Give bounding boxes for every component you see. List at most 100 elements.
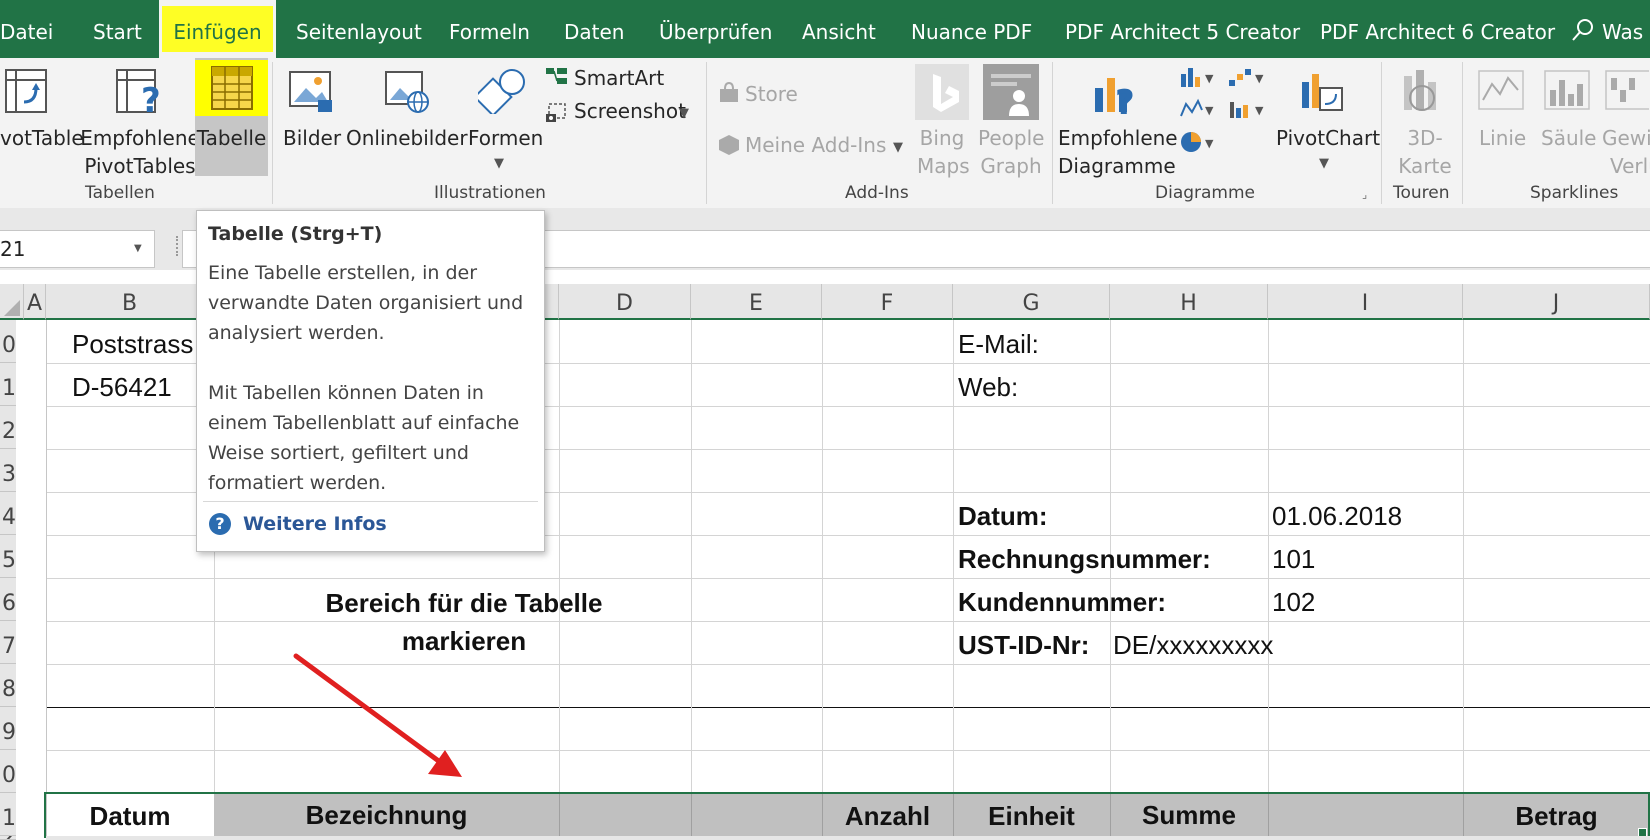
pivotchart-dropdown-icon[interactable]: ▼: [1319, 150, 1329, 178]
tab-formeln[interactable]: Formeln: [449, 0, 530, 58]
sparkline-column-label[interactable]: Säule: [1541, 124, 1597, 152]
cell-g16[interactable]: Kundennummer:: [958, 581, 1166, 623]
cell-h17[interactable]: DE/xxxxxxxxx: [1113, 624, 1273, 666]
cell-b10[interactable]: Poststrass: [72, 323, 193, 365]
bing-maps-icon[interactable]: [915, 64, 969, 120]
row-header-14[interactable]: 4: [0, 492, 16, 535]
recommended-charts-line1: Empfohlene: [1058, 126, 1178, 150]
row-header-16[interactable]: 6: [0, 578, 16, 621]
screenshot-icon[interactable]: [545, 102, 569, 128]
tab-daten[interactable]: Daten: [564, 0, 624, 58]
cell-i15[interactable]: 101: [1272, 538, 1315, 580]
col-header-f[interactable]: F: [822, 284, 953, 320]
my-addins-label[interactable]: Meine Add-Ins: [745, 131, 886, 159]
smartart-label[interactable]: SmartArt: [574, 64, 664, 92]
dialog-launcher-icon[interactable]: ⌟: [1362, 188, 1367, 201]
pivottable-icon[interactable]: [4, 68, 48, 118]
cell-g10[interactable]: E-Mail:: [958, 323, 1039, 365]
recommended-pivottables-label[interactable]: Empfohlene PivotTables: [80, 124, 200, 180]
pictures-label[interactable]: Bilder: [283, 124, 341, 152]
my-addins-icon[interactable]: [718, 134, 740, 160]
row-header-11[interactable]: 1: [0, 363, 16, 406]
cell-i14[interactable]: 01.06.2018: [1272, 495, 1402, 537]
row-header-18[interactable]: 8: [0, 664, 16, 707]
col-header-h[interactable]: H: [1110, 284, 1268, 320]
recommended-charts-icon[interactable]: ?: [1093, 70, 1139, 123]
help-icon[interactable]: ?: [209, 513, 231, 535]
bing-maps-label[interactable]: Bing Maps: [917, 124, 970, 180]
people-graph-icon[interactable]: [983, 64, 1039, 120]
smartart-icon[interactable]: [545, 66, 569, 90]
col-header-e[interactable]: E: [691, 284, 822, 320]
store-icon[interactable]: [718, 81, 740, 108]
my-addins-dropdown-icon[interactable]: ▼: [893, 134, 903, 162]
tab-start[interactable]: Start: [93, 0, 142, 58]
pivotchart-label[interactable]: PivotChart: [1276, 124, 1380, 152]
search-icon[interactable]: [1570, 18, 1594, 48]
select-all-corner[interactable]: [0, 284, 24, 320]
cell-g15[interactable]: Rechnungsnummer:: [958, 538, 1211, 580]
tab-nuance-pdf[interactable]: Nuance PDF: [911, 0, 1032, 58]
cell-i16[interactable]: 102: [1272, 581, 1315, 623]
online-pictures-label[interactable]: Onlinebilder: [346, 124, 468, 152]
sparkline-line-icon[interactable]: [1478, 70, 1524, 114]
tab-pdf-architect-6[interactable]: PDF Architect 6 Creator: [1320, 0, 1555, 58]
pictures-icon[interactable]: [288, 68, 334, 118]
tab-seitenlayout[interactable]: Seitenlayout: [296, 0, 422, 58]
statistic-chart-icon[interactable]: ▼: [1228, 98, 1268, 124]
col-header-g[interactable]: G: [953, 284, 1110, 320]
cell-g11[interactable]: Web:: [958, 366, 1018, 408]
shapes-icon[interactable]: [473, 68, 526, 118]
tooltip-more-info-link[interactable]: Weitere Infos: [243, 513, 387, 535]
cell-g17[interactable]: UST-ID-Nr:: [958, 624, 1089, 666]
tab-ueberpruefen[interactable]: Überprüfen: [659, 0, 772, 58]
row-header-21[interactable]: 1: [0, 793, 16, 836]
sparkline-column-icon[interactable]: [1544, 70, 1590, 114]
tab-pdf-architect-5[interactable]: PDF Architect 5 Creator: [1065, 0, 1300, 58]
tab-ansicht[interactable]: Ansicht: [802, 0, 876, 58]
people-graph-label[interactable]: People Graph: [978, 124, 1044, 180]
shapes-label[interactable]: Formen: [468, 124, 543, 152]
line-chart-icon[interactable]: ▼: [1180, 98, 1220, 124]
pie-chart-icon[interactable]: ▼: [1180, 130, 1220, 158]
screenshot-dropdown-icon[interactable]: ▼: [679, 100, 689, 128]
row-header-19[interactable]: 9: [0, 707, 16, 750]
recommended-charts-label[interactable]: Empfohlene Diagramme: [1058, 124, 1178, 180]
3d-map-label[interactable]: 3D- Karte: [1393, 124, 1457, 180]
tab-einfuegen[interactable]: Einfügen: [159, 0, 276, 58]
pivotchart-icon[interactable]: [1298, 68, 1344, 118]
online-pictures-icon[interactable]: [384, 68, 430, 118]
store-label[interactable]: Store: [745, 80, 798, 108]
formula-bar-grip-icon[interactable]: [176, 236, 181, 256]
col-header-i[interactable]: I: [1268, 284, 1463, 320]
cell-g14[interactable]: Datum:: [958, 495, 1048, 537]
tab-datei[interactable]: Datei: [0, 0, 53, 58]
row-header-17[interactable]: 7: [0, 621, 16, 664]
name-box-dropdown-icon[interactable]: ▼: [134, 231, 142, 267]
row-header-22[interactable]: 2: [0, 836, 16, 840]
name-box[interactable]: 21 ▼: [0, 230, 155, 268]
row-header-12[interactable]: 2: [0, 406, 16, 449]
pivottable-label[interactable]: votTable: [0, 124, 84, 152]
recommended-pivottables-icon[interactable]: ?: [115, 68, 165, 121]
sparkline-winloss-icon[interactable]: [1605, 70, 1650, 114]
row-header-20[interactable]: 0: [0, 750, 16, 793]
col-header-b[interactable]: B: [46, 284, 214, 320]
row-header-13[interactable]: 3: [0, 449, 16, 492]
shapes-dropdown-icon[interactable]: ▼: [494, 150, 504, 178]
3d-map-line2: Karte: [1398, 154, 1452, 178]
row-header-10[interactable]: 0: [0, 320, 16, 363]
column-chart-icon[interactable]: ▼: [1180, 66, 1220, 92]
3d-map-icon[interactable]: [1400, 68, 1444, 118]
table-button[interactable]: Tabelle: [195, 58, 268, 176]
col-header-j[interactable]: J: [1463, 284, 1650, 320]
cell-b11[interactable]: D-56421: [72, 366, 172, 408]
col-header-d[interactable]: D: [559, 284, 691, 320]
col-header-a[interactable]: A: [24, 284, 46, 320]
hierarchy-chart-icon[interactable]: ▼: [1228, 66, 1268, 92]
sparkline-line-label[interactable]: Linie: [1479, 124, 1526, 152]
search-label[interactable]: Was: [1602, 0, 1643, 58]
row-header-15[interactable]: 5: [0, 535, 16, 578]
sparkline-winloss-label[interactable]: Gewi Verlu: [1602, 124, 1650, 180]
screenshot-label[interactable]: Screenshot: [574, 97, 686, 125]
